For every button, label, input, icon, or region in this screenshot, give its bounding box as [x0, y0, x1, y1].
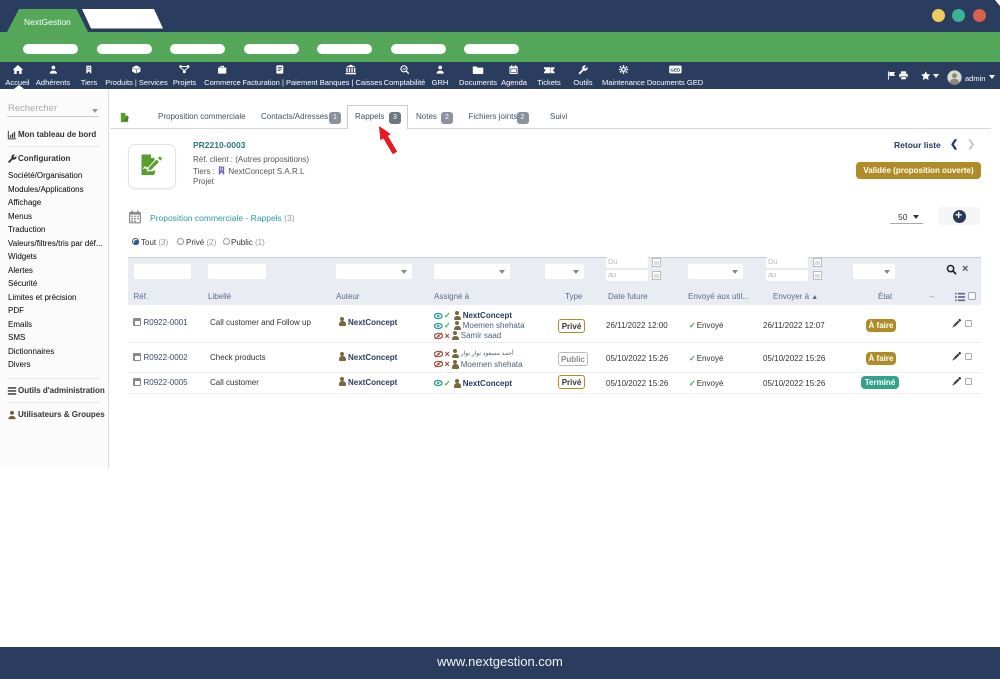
svg-text:GED: GED: [670, 68, 681, 73]
